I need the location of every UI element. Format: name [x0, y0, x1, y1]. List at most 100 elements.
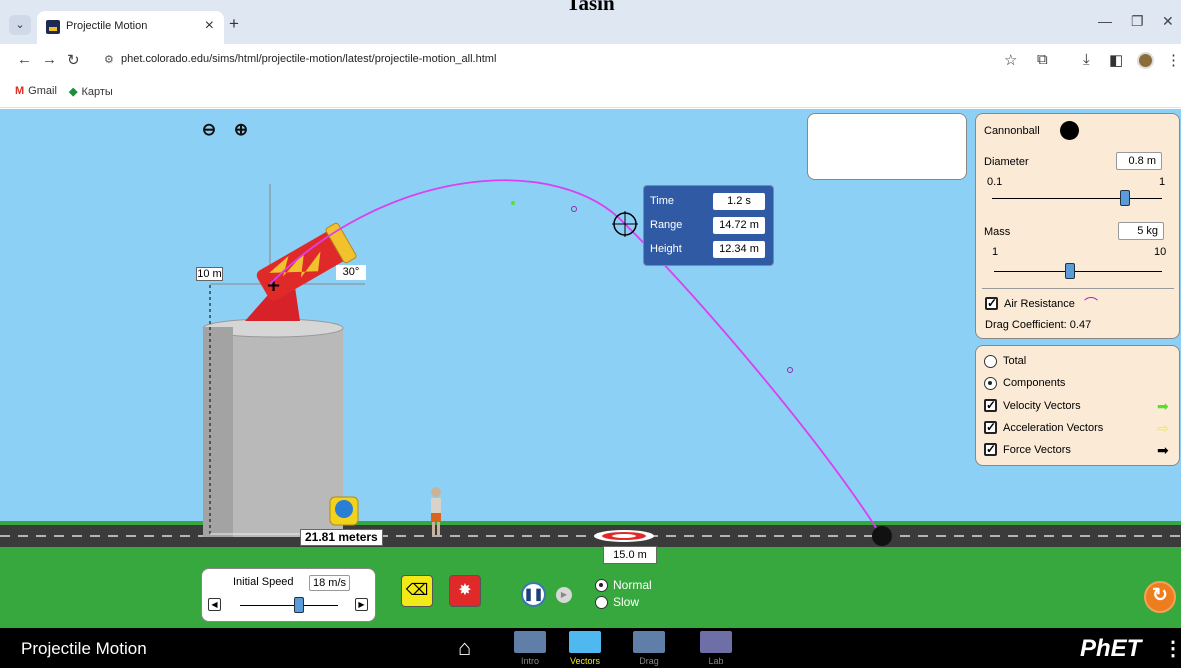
velocity-arrow-icon: ➡	[1157, 398, 1169, 414]
speed-decrement-button[interactable]: ◀	[208, 598, 221, 611]
fire-button[interactable]: ✸	[449, 575, 481, 607]
readout-row-height: Height 12.34 m	[650, 241, 770, 258]
height-value: 12.34 m	[713, 241, 765, 258]
tape-measure-readout: 21.81 meters	[300, 529, 383, 546]
mass-slider-track[interactable]	[994, 271, 1162, 272]
reset-all-button[interactable]: ↻	[1144, 581, 1176, 613]
browser-menu-icon[interactable]: ⋮	[1166, 51, 1181, 69]
vectors-panel: Total Components ✓ Velocity Vectors ➡ ✓ …	[975, 345, 1180, 466]
diameter-slider-track[interactable]	[992, 198, 1162, 199]
cannon-pivot-marker: +	[266, 275, 281, 296]
empty-info-panel	[807, 113, 967, 180]
bookmark-maps[interactable]: ◆ Карты	[69, 85, 113, 98]
browser-toolbar: ← → ↻ ⚙ phet.colorado.edu/sims/html/proj…	[0, 44, 1181, 78]
road	[0, 525, 1181, 547]
step-button[interactable]: ▶	[556, 587, 572, 603]
diameter-slider-thumb[interactable]	[1119, 190, 1130, 206]
screen-tab-lab[interactable]: Lab	[694, 629, 738, 667]
zoom-out-icon[interactable]: ⊖	[199, 119, 219, 141]
diameter-max: 1	[1159, 176, 1166, 188]
velocity-vectors-label: Velocity Vectors	[1003, 400, 1081, 412]
phet-logo[interactable]: PhET	[1080, 635, 1141, 663]
slow-speed-label: Slow	[613, 595, 640, 609]
zoom-in-icon[interactable]: ⊕	[231, 119, 251, 141]
maps-icon: ◆	[69, 86, 78, 98]
trajectory-marker	[571, 206, 577, 212]
apex-marker	[511, 201, 515, 205]
phet-favicon-icon	[46, 20, 60, 34]
mass-value: 5 kg	[1118, 222, 1164, 240]
acceleration-vectors-checkbox[interactable]: ✓	[984, 421, 997, 434]
tab-search-button[interactable]: ⌄	[9, 15, 31, 35]
initial-speed-slider-thumb[interactable]	[293, 597, 304, 613]
force-vectors-checkbox[interactable]: ✓	[984, 443, 997, 456]
readout-row-time: Time 1.2 s	[650, 193, 770, 210]
tower-shade	[203, 327, 233, 537]
screen-tab-drag[interactable]: Drag	[627, 629, 671, 667]
downloads-icon[interactable]: ⤓	[1083, 51, 1090, 68]
pause-button[interactable]: ❚❚	[521, 582, 546, 607]
slow-speed-radio[interactable]	[595, 596, 608, 609]
initial-speed-panel: Initial Speed 18 m/s ◀ ▶	[201, 568, 376, 622]
diameter-min: 0.1	[987, 176, 1003, 188]
air-resistance-icon: ⌒	[1084, 296, 1098, 312]
diameter-label: Diameter	[984, 156, 1029, 168]
probe-readout: Time 1.2 s Range 14.72 m Height 12.34 m	[643, 185, 774, 266]
mass-slider-thumb[interactable]	[1064, 263, 1075, 279]
force-arrow-icon: ➡	[1157, 442, 1169, 458]
acceleration-arrow-icon: ⇨	[1157, 420, 1169, 436]
drag-coefficient-text: Drag Coefficient: 0.47	[985, 319, 1092, 331]
total-radio[interactable]	[984, 355, 997, 368]
air-resistance-checkbox[interactable]: ✓	[985, 297, 998, 310]
phet-menu-icon[interactable]: ⋮	[1163, 636, 1181, 661]
reload-icon[interactable]: ↻	[67, 51, 80, 69]
total-label: Total	[1003, 355, 1027, 367]
components-label: Components	[1003, 377, 1066, 389]
force-vectors-label: Force Vectors	[1003, 444, 1071, 456]
air-resistance-label: Air Resistance	[1004, 298, 1075, 310]
speed-increment-button[interactable]: ▶	[355, 598, 368, 611]
home-icon[interactable]: ⌂	[458, 635, 471, 661]
bookmark-gmail[interactable]: M Gmail	[15, 85, 57, 97]
projectile-type-select[interactable]: Cannonball	[984, 125, 1040, 137]
projectile-settings-panel: Cannonball Diameter 0.8 m 0.1 1 Mass 5 k…	[975, 113, 1180, 339]
new-tab-button[interactable]: +	[229, 14, 239, 34]
cannon-angle-label: 30°	[336, 265, 366, 280]
sim-navbar: Projectile Motion ⌂ Intro Vectors Drag L…	[0, 628, 1181, 668]
document-heading: Tasin	[566, 0, 615, 15]
velocity-vectors-checkbox[interactable]: ✓	[984, 399, 997, 412]
forward-icon[interactable]: →	[42, 51, 57, 68]
normal-speed-radio[interactable]	[595, 579, 608, 592]
screen-tab-vectors[interactable]: Vectors	[563, 629, 607, 667]
diameter-value: 0.8 m	[1116, 152, 1162, 170]
target-distance-label: 15.0 m	[603, 546, 657, 564]
components-radio[interactable]	[984, 377, 997, 390]
range-value: 14.72 m	[713, 217, 765, 234]
cannon-height-label[interactable]: 10 m	[196, 267, 223, 281]
bookmark-star-icon[interactable]: ☆	[1004, 51, 1017, 69]
simulation-area: + ⊖ ⊕ 10 m 30° Time 1.2 s Range 14.72 m …	[0, 109, 1181, 668]
back-icon[interactable]: ←	[17, 51, 32, 68]
screen-tab-intro[interactable]: Intro	[508, 629, 552, 667]
mass-min: 1	[992, 246, 999, 258]
readout-row-range: Range 14.72 m	[650, 217, 770, 234]
gmail-icon: M	[15, 85, 25, 97]
lab-thumb-icon	[700, 631, 732, 653]
site-info-icon[interactable]: ⚙	[104, 53, 114, 66]
profile-avatar[interactable]	[1137, 52, 1154, 69]
drag-thumb-icon	[633, 631, 665, 653]
bookmarks-bar: M Gmail ◆ Карты	[0, 78, 1181, 108]
address-bar[interactable]: phet.colorado.edu/sims/html/projectile-m…	[121, 53, 496, 65]
initial-speed-label: Initial Speed	[233, 576, 294, 588]
trajectory-marker	[787, 367, 793, 373]
side-panel-icon[interactable]: ◧	[1109, 51, 1123, 69]
mass-label: Mass	[984, 226, 1011, 238]
tab-close-icon[interactable]: ×	[205, 17, 214, 35]
normal-speed-label: Normal	[613, 578, 652, 592]
cannonball-icon	[1060, 121, 1079, 140]
initial-speed-slider-track[interactable]	[240, 605, 338, 606]
eraser-button[interactable]: ⌫	[401, 575, 433, 607]
initial-speed-value: 18 m/s	[309, 575, 350, 591]
extensions-icon[interactable]: ⧉	[1037, 51, 1048, 68]
acceleration-vectors-label: Acceleration Vectors	[1003, 422, 1104, 434]
